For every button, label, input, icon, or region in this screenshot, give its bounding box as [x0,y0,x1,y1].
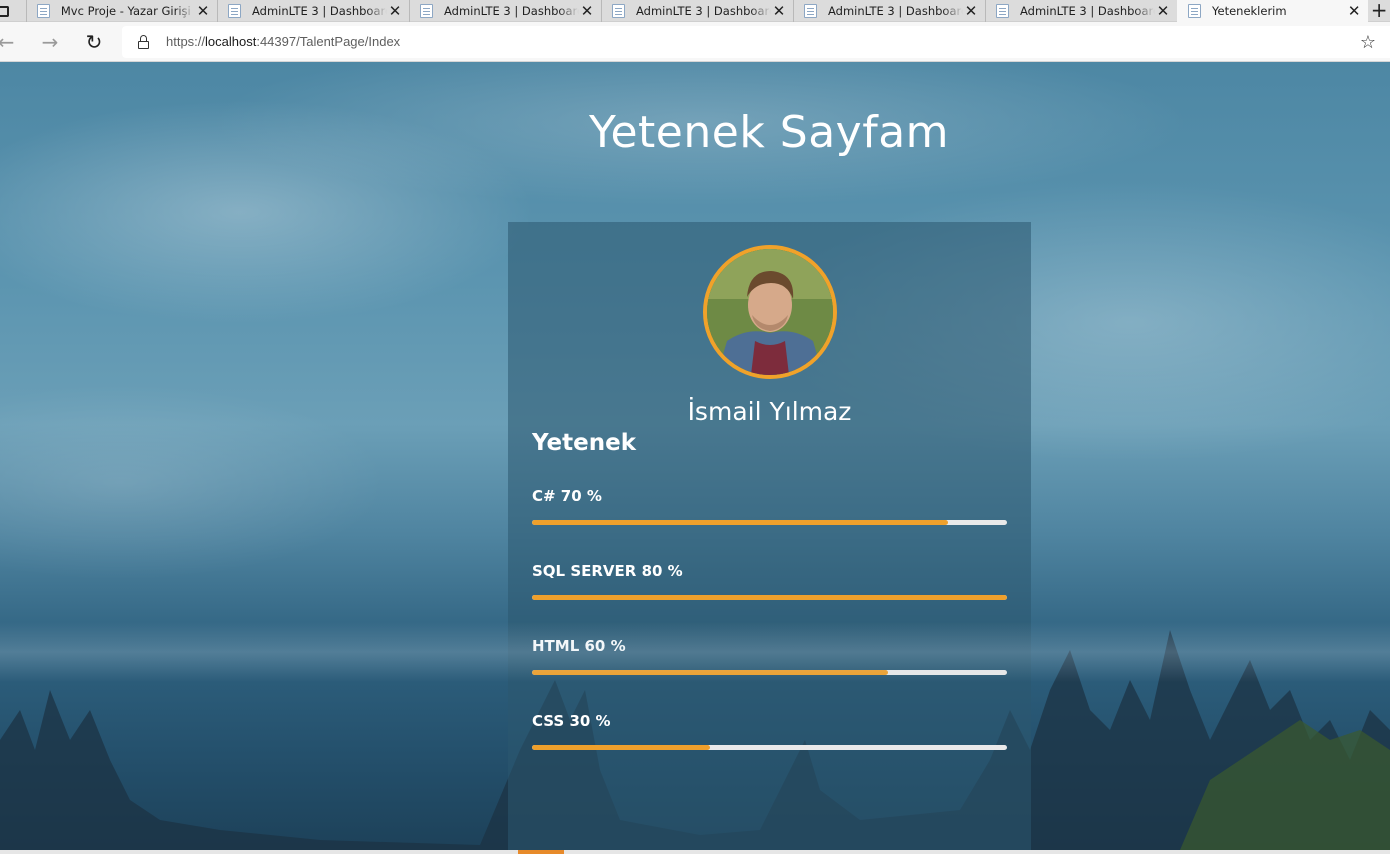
skill-label: C# 70 % [532,487,602,505]
page-icon [804,4,817,18]
section-title: Yetenek [532,430,637,456]
url-field[interactable]: https://localhost:44397/TalentPage/Index… [122,26,1390,58]
skill-progress-fill [532,520,948,525]
browser-tab-active[interactable]: Yeteneklerim ✕ [1177,0,1369,22]
tab-title: Mvc Proje - Yazar Girişi [60,4,191,18]
page-icon [1188,4,1201,18]
forward-arrow-icon[interactable]: → [38,30,62,54]
page-icon [228,4,241,18]
back-arrow-icon[interactable]: ← [0,30,18,54]
browser-tab[interactable]: Mvc Proje - Yazar Girişi ✕ [25,0,217,22]
avatar [703,245,837,379]
browser-tab[interactable]: AdminLTE 3 | Dashboard ✕ [217,0,409,22]
skill-label: CSS 30 % [532,712,611,730]
tab-title: AdminLTE 3 | Dashboard [1020,4,1155,18]
browser-tab[interactable]: AdminLTE 3 | Dashboard ✕ [985,0,1177,22]
close-icon[interactable]: ✕ [195,2,211,20]
profile-card: İsmail Yılmaz Yetenek C# 70 % SQL SERVER… [508,222,1031,850]
address-bar: ← → ↻ https://localhost:44397/TalentPage… [0,22,1390,62]
close-icon[interactable]: ✕ [771,2,787,20]
skill-progress-fill [532,745,711,750]
tab-title: AdminLTE 3 | Dashboard [636,4,771,18]
favorite-star-icon[interactable]: ☆ [1360,32,1376,53]
skill-item: CSS 30 % [532,712,1007,750]
tab-title: Yeteneklerim [1212,4,1287,18]
skill-progress-fill [532,595,1007,600]
page-icon [420,4,433,18]
horizontal-scrollbar[interactable] [0,850,1390,854]
page-title: Yetenek Sayfam [588,107,950,158]
tab-title: AdminLTE 3 | Dashboard [252,4,387,18]
close-icon[interactable]: ✕ [1155,2,1171,20]
page-icon [612,4,625,18]
skill-progress-bar [532,670,1007,675]
tab-title: AdminLTE 3 | Dashboard [444,4,579,18]
url-text: https://localhost:44397/TalentPage/Index [166,34,401,49]
scroll-thumb[interactable] [518,850,564,854]
skill-item: HTML 60 % [532,637,1007,675]
new-tab-icon[interactable]: + [1368,0,1390,21]
person-name: İsmail Yılmaz [687,397,852,426]
skill-label: SQL SERVER 80 % [532,562,683,580]
reload-icon[interactable]: ↻ [82,30,106,54]
skill-item: SQL SERVER 80 % [532,562,1007,600]
page-icon [36,4,50,18]
close-icon[interactable]: ✕ [387,2,403,20]
page-background: Yetenek Sayfam İsmail Yılmaz Yetenek C# … [0,62,1390,850]
close-icon[interactable]: ✕ [579,2,595,20]
tab-title: AdminLTE 3 | Dashboard [828,4,963,18]
skill-progress-bar [532,520,1007,525]
tab-strip: Mvc Proje - Yazar Girişi ✕ AdminLTE 3 | … [0,0,1390,22]
browser-tab[interactable]: AdminLTE 3 | Dashboard ✕ [409,0,601,22]
lock-icon[interactable] [138,35,149,49]
tab-actions-icon[interactable] [0,0,26,22]
skill-progress-bar [532,595,1007,600]
skill-progress-fill [532,670,889,675]
skill-item: C# 70 % [532,487,1007,525]
browser-tab[interactable]: AdminLTE 3 | Dashboard ✕ [793,0,985,22]
browser-tab[interactable]: AdminLTE 3 | Dashboard ✕ [601,0,793,22]
skill-progress-bar [532,745,1007,750]
close-icon[interactable]: ✕ [1346,2,1362,20]
close-icon[interactable]: ✕ [963,2,979,20]
skill-label: HTML 60 % [532,637,626,655]
page-icon [996,4,1009,18]
